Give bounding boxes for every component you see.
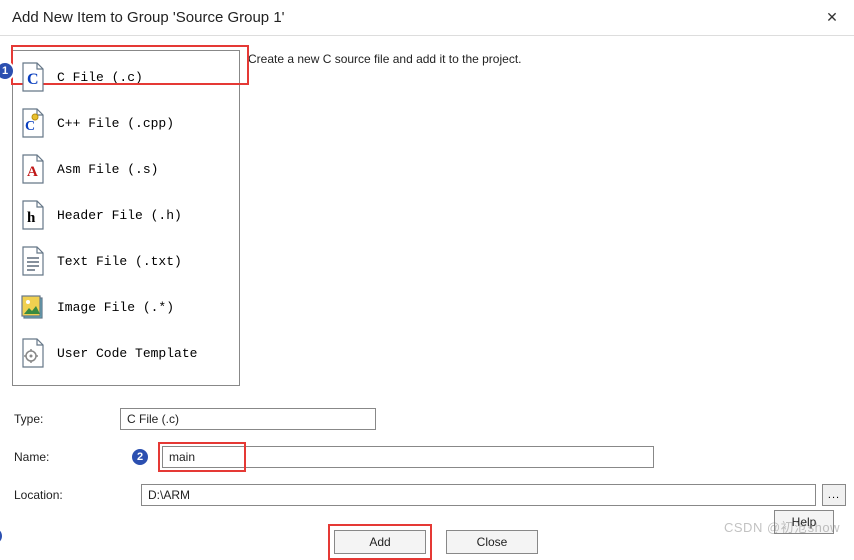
name-row: Name: 2 xyxy=(14,446,846,468)
help-button[interactable]: Help xyxy=(774,510,834,534)
name-input[interactable] xyxy=(162,446,654,468)
button-row: 3 Add Close xyxy=(14,522,846,554)
template-file-icon xyxy=(19,337,47,369)
file-type-template[interactable]: User Code Template xyxy=(17,333,235,373)
badge-2: 2 xyxy=(130,447,150,467)
type-row: Type: C File (.c) xyxy=(14,408,846,430)
file-type-c[interactable]: C C File (.c) xyxy=(17,57,235,97)
location-input[interactable] xyxy=(141,484,816,506)
titlebar: Add New Item to Group 'Source Group 1' ✕ xyxy=(0,0,854,36)
text-file-icon xyxy=(19,245,47,277)
file-type-text[interactable]: Text File (.txt) xyxy=(17,241,235,281)
image-file-icon xyxy=(19,291,47,323)
cpp-file-icon: C xyxy=(19,107,47,139)
file-type-label: User Code Template xyxy=(57,346,197,361)
file-type-label: C++ File (.cpp) xyxy=(57,116,174,131)
file-type-list: 1 C C File (.c) C C++ File (.cpp) A Asm … xyxy=(12,50,240,386)
asm-file-icon: A xyxy=(19,153,47,185)
name-label: Name: xyxy=(14,450,120,464)
main-area: 1 C C File (.c) C C++ File (.cpp) A Asm … xyxy=(0,36,854,394)
badge-1: 1 xyxy=(0,61,15,81)
location-label: Location: xyxy=(14,488,99,502)
file-type-asm[interactable]: A Asm File (.s) xyxy=(17,149,235,189)
type-label: Type: xyxy=(14,412,120,426)
browse-button[interactable]: ... xyxy=(822,484,846,506)
add-button[interactable]: Add xyxy=(334,530,426,554)
svg-text:C: C xyxy=(27,71,39,88)
type-value: C File (.c) xyxy=(120,408,376,430)
close-icon[interactable]: ✕ xyxy=(822,8,842,28)
file-type-label: Header File (.h) xyxy=(57,208,182,223)
file-type-label: Asm File (.s) xyxy=(57,162,158,177)
c-file-icon: C xyxy=(19,61,47,93)
svg-text:A: A xyxy=(27,164,38,180)
file-type-label: Image File (.*) xyxy=(57,300,174,315)
window-title: Add New Item to Group 'Source Group 1' xyxy=(12,9,822,26)
file-type-cpp[interactable]: C C++ File (.cpp) xyxy=(17,103,235,143)
svg-text:h: h xyxy=(27,210,36,226)
form-area: Type: C File (.c) Name: 2 Location: ... … xyxy=(0,394,854,558)
svg-text:C: C xyxy=(25,119,35,134)
description-text: Create a new C source file and add it to… xyxy=(240,50,846,386)
file-type-image[interactable]: Image File (.*) xyxy=(17,287,235,327)
close-button[interactable]: Close xyxy=(446,530,538,554)
header-file-icon: h xyxy=(19,199,47,231)
location-row: Location: ... xyxy=(14,484,846,506)
file-type-header[interactable]: h Header File (.h) xyxy=(17,195,235,235)
file-type-label: Text File (.txt) xyxy=(57,254,182,269)
badge-3: 3 xyxy=(0,526,4,546)
file-type-label: C File (.c) xyxy=(57,70,143,85)
